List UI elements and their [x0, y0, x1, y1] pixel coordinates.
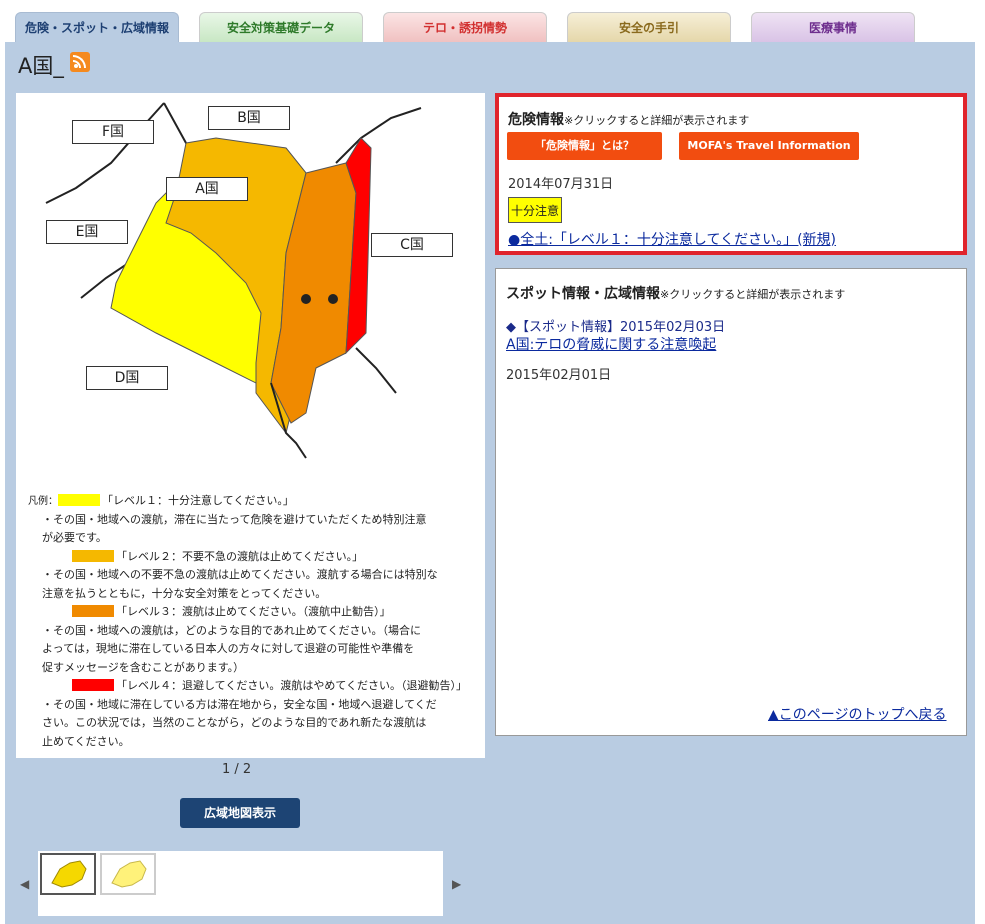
map-pager: 1 / 2 [222, 762, 252, 777]
page-title: A国_ [18, 54, 64, 78]
legend-text: ・その国・地域への渡航，滞在に当たって危険を避けていただくため特別注意 [42, 512, 427, 526]
legend-level3-label: 「レベル３：渡航は止めてください。（渡航中止勧告）」 [116, 605, 391, 618]
legend-row: 凡例： 「レベル１：十分注意してください。」 [28, 492, 478, 511]
thumb-next-icon[interactable]: ▶ [452, 877, 461, 891]
rss-icon[interactable] [70, 52, 90, 72]
legend-row: 促すメッセージを含むことがあります。） [28, 659, 478, 678]
legend-row: が必要です。 [28, 529, 478, 548]
legend-title: 凡例： [28, 496, 58, 507]
legend-row: 「レベル４：退避してください。渡航はやめてください。（退避勧告）」 [28, 677, 478, 696]
spot-info-date: 2015年02月01日 [506, 368, 612, 383]
legend-swatch-level2 [72, 549, 114, 562]
legend-text: 止めてください。 [42, 734, 130, 748]
danger-info-date: 2014年07月31日 [508, 177, 614, 192]
spot-info-link[interactable]: A国:テロの脅威に関する注意喚起 [506, 334, 716, 354]
legend-row: ・その国・地域への不要不急の渡航は止めてください。渡航する場合には特別な [28, 566, 478, 585]
map-legend: 凡例： 「レベル１：十分注意してください。」 ・その国・地域への渡航，滞在に当たっ… [28, 492, 478, 751]
thumb-prev-icon[interactable]: ◀ [20, 877, 29, 891]
legend-row: さい。この状況では，当然のことながら，どのような目的であれ新たな渡航は [28, 714, 478, 733]
danger-map[interactable] [16, 93, 485, 493]
legend-level2-label: 「レベル２：不要不急の渡航は止めてください。」 [116, 549, 364, 563]
legend-swatch-level4 [72, 679, 114, 691]
tab-safety-guide[interactable]: 安全の手引 [567, 12, 731, 42]
wide-area-map-button[interactable]: 広域地図表示 [180, 798, 300, 828]
map-label-b: B国 [208, 106, 290, 130]
danger-info-note: ※クリックすると詳細が表示されます [564, 114, 750, 127]
tab-terror-kidnap[interactable]: テロ・誘拐情勢 [383, 12, 547, 42]
map-thumbnail[interactable] [100, 853, 156, 895]
legend-text: ・その国・地域への不要不急の渡航は止めてください。渡航する場合には特別な [42, 568, 438, 581]
danger-info-title: 危険情報 [508, 112, 564, 128]
tab-danger-spot-info[interactable]: 危険・スポット・広域情報 [15, 12, 179, 43]
legend-text: さい。この状況では，当然のことながら，どのような目的であれ新たな渡航は [42, 716, 427, 729]
spot-info-title: スポット情報・広域情報 [506, 286, 660, 302]
legend-swatch-level1 [58, 494, 100, 506]
legend-swatch-level3 [72, 605, 114, 617]
legend-row: ・その国・地域に滞在している方は滞在地から，安全な国・地域へ退避してくだ [28, 696, 478, 715]
legend-row: ・その国・地域への渡航，滞在に当たって危険を避けていただくため特別注意 [28, 511, 478, 530]
map-thumbnail[interactable] [40, 853, 96, 895]
map-label-e: E国 [46, 220, 128, 244]
map-label-f: F国 [72, 120, 154, 144]
tab-bar: 危険・スポット・広域情報 安全対策基礎データ テロ・誘拐情勢 安全の手引 医療事… [0, 0, 985, 43]
tab-safety-basic-data[interactable]: 安全対策基礎データ [199, 12, 363, 42]
what-is-danger-info-button[interactable]: 「危険情報」とは？ [507, 132, 662, 160]
tab-medical[interactable]: 医療事情 [751, 12, 915, 42]
level-badge: 十分注意 [508, 197, 562, 223]
legend-level4-label: 「レベル４：退避してください。渡航はやめてください。（退避勧告）」 [116, 679, 468, 692]
back-to-top-link[interactable]: ▲このページのトップへ戻る [768, 704, 947, 724]
legend-text: よっては，現地に滞在している日本人の方々に対して退避の可能性や準備を [42, 642, 415, 655]
spot-info-box: スポット情報・広域情報※クリックすると詳細が表示されます ◆【スポット情報】20… [495, 268, 967, 736]
legend-row: 「レベル２：不要不急の渡航は止めてください。」 [28, 548, 478, 567]
legend-text: ・その国・地域への渡航は，どのような目的であれ止めてください。（場合に [42, 623, 422, 637]
map-label-a: A国 [166, 177, 248, 201]
danger-info-link[interactable]: ●全土:「レベル１：十分注意してください。」(新規) [508, 229, 836, 249]
legend-row: 止めてください。 [28, 733, 478, 752]
legend-text: ・その国・地域に滞在している方は滞在地から，安全な国・地域へ退避してくだ [42, 697, 437, 711]
legend-text: が必要です。 [42, 531, 107, 544]
legend-text: 促すメッセージを含むことがあります。） [42, 660, 245, 674]
legend-row: 「レベル３：渡航は止めてください。（渡航中止勧告）」 [28, 603, 478, 622]
map-label-d: D国 [86, 366, 168, 390]
spot-info-header: スポット情報・広域情報※クリックすると詳細が表示されます [506, 283, 845, 303]
map-thumbnails [38, 851, 443, 916]
legend-row: よっては，現地に滞在している日本人の方々に対して退避の可能性や準備を [28, 640, 478, 659]
danger-info-box: 危険情報※クリックすると詳細が表示されます 「危険情報」とは？ MOFA's T… [495, 93, 967, 255]
spot-info-item-prefix: ◆【スポット情報】2015年02月03日 [506, 320, 726, 335]
legend-row: ・その国・地域への渡航は，どのような目的であれ止めてください。（場合に [28, 622, 478, 641]
legend-level1-label: 「レベル１：十分注意してください。」 [102, 494, 294, 507]
legend-text: 注意を払うとともに，十分な安全対策をとってください。 [42, 586, 327, 600]
spot-info-note: ※クリックすると詳細が表示されます [660, 288, 846, 301]
mofa-travel-info-button[interactable]: MOFA's Travel Information [679, 132, 859, 160]
danger-info-header: 危険情報※クリックすると詳細が表示されます [508, 109, 749, 129]
map-label-c: C国 [371, 233, 453, 257]
legend-row: 注意を払うとともに，十分な安全対策をとってください。 [28, 585, 478, 604]
